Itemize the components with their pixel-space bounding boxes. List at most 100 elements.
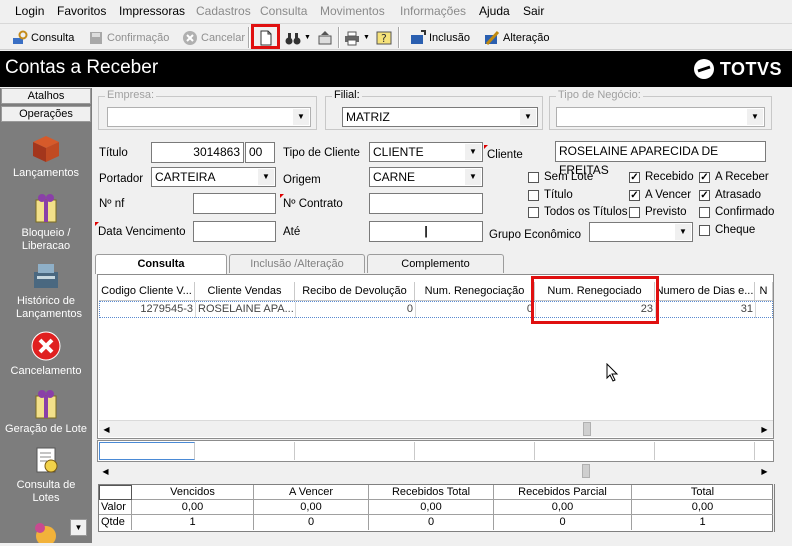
sidebar-scroll-down-button[interactable]: ▼ [70,519,87,536]
sidebar-item-cancelamento[interactable]: Cancelamento [0,330,92,378]
gift-box-icon [29,192,63,224]
menu-impressoras[interactable]: Impressoras [119,4,185,18]
inclusao-button[interactable]: Inclusão [410,28,470,47]
grupo-economico-select[interactable]: ▼ [589,222,693,242]
origem-select[interactable]: CARNE ▼ [369,167,483,187]
menu-sair[interactable]: Sair [523,4,544,18]
contrato-input[interactable] [369,193,483,214]
portador-label: Portador [99,173,144,185]
checkbox-label: Previsto [645,206,687,218]
menu-favoritos[interactable]: Favoritos [57,4,106,18]
checkbox-box [629,206,640,218]
filter-cell[interactable] [415,442,535,460]
table-row[interactable]: 1279545-3 ROSELAINE APA... 0 0 23 31 [99,301,773,318]
empresa-select[interactable]: ▼ [107,107,311,127]
titulo-parcela-input[interactable]: 00 [245,142,275,163]
scroll-left-icon[interactable]: ◀ [99,422,114,437]
toolbar-separator [338,27,340,48]
menu-login[interactable]: Login [15,4,44,18]
table-cell: 1279545-3 [100,302,196,318]
titulo-checkbox[interactable]: Título [528,189,573,201]
table-cell: 0 [416,302,536,318]
a-vencer-checkbox[interactable]: ✓ A Vencer [629,189,691,201]
column-header[interactable]: Num. Renegociação [415,282,535,301]
todos-titulos-checkbox[interactable]: Todos os Títulos [528,206,628,218]
menu-informacoes[interactable]: Informações [400,4,466,18]
sidebar-item-bloqueio[interactable]: Bloqueio / Liberacao [0,192,92,253]
find-button[interactable]: ▼ [285,28,311,47]
tipo-negocio-select[interactable]: ▼ [556,107,765,127]
previsto-checkbox[interactable]: Previsto [629,206,687,218]
consulta-button[interactable]: Consulta [12,28,74,47]
tab-inclusao-alteracao[interactable]: Inclusão /Alteração [229,254,365,273]
cheque-checkbox[interactable]: Cheque [699,224,755,236]
ate-input[interactable]: | [369,221,483,242]
tab-atalhos[interactable]: Atalhos [1,88,91,104]
column-header[interactable]: N [755,282,773,301]
column-header[interactable]: Cliente Vendas [195,282,295,301]
help-button[interactable]: ? [376,28,392,47]
export-button[interactable] [317,28,333,47]
totals-cell: 0 [254,515,369,530]
a-receber-checkbox[interactable]: ✓ A Receber [699,171,769,183]
sidebar-item-label: Geração de Lote [5,423,87,435]
menu-bar: Login Favoritos Impressoras Cadastros Co… [0,0,792,23]
sidebar: Atalhos Operações Lançamentos Bloqueio /… [0,88,92,546]
highlight-num-renegociado [531,276,659,324]
sidebar-item-historico[interactable]: Histórico de Lançamentos [0,260,92,321]
help-icon: ? [376,30,392,46]
cash-register-icon [29,260,63,292]
portador-select[interactable]: CARTEIRA ▼ [151,167,276,187]
filter-cell[interactable] [295,442,415,460]
totals-cell: 0,00 [254,500,369,515]
scroll-left-icon[interactable]: ◀ [98,464,113,479]
tipo-cliente-select[interactable]: CLIENTE ▼ [369,142,483,162]
menu-movimentos[interactable]: Movimentos [320,4,385,18]
sem-lote-checkbox[interactable]: Sem Lote [528,171,593,183]
sidebar-item-partial[interactable] [30,518,62,546]
tab-complemento[interactable]: Complemento [367,254,504,273]
export-icon [317,30,333,46]
column-header[interactable]: Recibo de Devolução [295,282,415,301]
recebido-checkbox[interactable]: ✓ Recebido [629,171,694,183]
scroll-right-icon[interactable]: ▶ [757,464,772,479]
tab-consulta[interactable]: Consulta [95,254,227,274]
confirmado-checkbox[interactable]: Confirmado [699,206,774,218]
scroll-right-icon[interactable]: ▶ [757,422,772,437]
confirmacao-button[interactable]: Confirmação [88,28,169,47]
sidebar-item-lancamentos[interactable]: Lançamentos [0,132,92,180]
cliente-input[interactable]: ROSELAINE APARECIDA DE FREITAS [555,141,766,177]
tipo-negocio-group: Tipo de Negócio: ▼ [549,89,772,130]
filter-cell[interactable] [535,442,655,460]
filial-select[interactable]: MATRIZ ▼ [342,107,538,127]
totals-cell: 0 [494,515,632,530]
scrollbar-thumb[interactable] [583,422,591,436]
checkbox-box [699,224,710,236]
filter-cell[interactable] [99,442,195,460]
checkbox-box [699,206,710,218]
column-header[interactable]: Numero de Dias e... [655,282,755,301]
cancelar-button[interactable]: Cancelar [182,28,245,47]
scrollbar-thumb[interactable] [582,464,590,478]
contrato-label: Nº Contrato [283,198,343,210]
alteracao-button[interactable]: Alteração [484,28,549,47]
filter-cell[interactable] [655,442,755,460]
horizontal-scrollbar[interactable]: ◀ ▶ [99,420,773,437]
print-button[interactable]: ▼ [344,28,370,47]
sidebar-item-consulta-lotes[interactable]: Consulta de Lotes [0,444,92,505]
menu-consulta[interactable]: Consulta [260,4,307,18]
menu-cadastros[interactable]: Cadastros [196,4,251,18]
nf-input[interactable] [193,193,276,214]
titulo-input[interactable]: 3014863 [151,142,244,163]
totals-row-label: Valor [99,500,132,515]
filter-cell[interactable] [195,442,295,460]
atrasado-checkbox[interactable]: ✓ Atrasado [699,189,761,201]
magnifier-icon [12,30,28,46]
horizontal-scrollbar[interactable]: ◀ ▶ [98,463,773,480]
checkbox-label: Sem Lote [544,171,594,183]
data-vencimento-input[interactable] [193,221,276,242]
sidebar-item-geracao-lote[interactable]: Geração de Lote [0,388,92,436]
menu-ajuda[interactable]: Ajuda [479,4,510,18]
tab-operacoes[interactable]: Operações [1,106,91,122]
column-header[interactable]: Codigo Cliente V... [99,282,195,301]
